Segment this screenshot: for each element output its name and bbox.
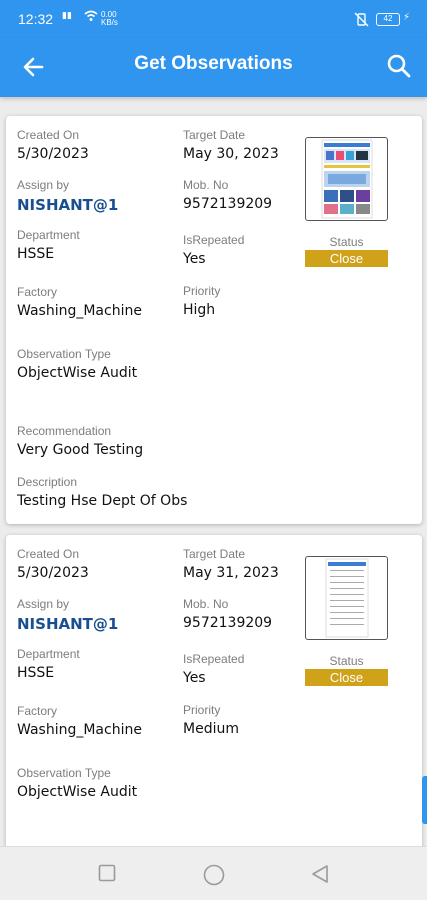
target-date-field: Target Date May 31, 2023 xyxy=(183,547,279,581)
department-label: Department xyxy=(17,647,80,661)
edge-panel-handle[interactable] xyxy=(422,776,427,824)
assign-by-value[interactable]: NISHANT@1 xyxy=(17,615,118,633)
recommendation-field: Recommendation Very Good Testing xyxy=(17,424,143,458)
status-bar: 12:32 ▮▮ 0.00 KB/s 42 ⚡ xyxy=(0,0,427,38)
observation-card[interactable]: Created On 5/30/2023 Target Date May 30,… xyxy=(6,116,422,524)
recommendation-label: Recommendation xyxy=(17,424,112,438)
home-icon[interactable] xyxy=(203,864,225,886)
system-nav-bar xyxy=(0,846,427,900)
priority-label: Priority xyxy=(183,703,221,717)
mob-no-field: Mob. No 9572139209 xyxy=(183,597,272,631)
mob-no-label: Mob. No xyxy=(183,597,229,611)
status-label: Status xyxy=(329,654,364,668)
recommendation-value: Very Good Testing xyxy=(17,442,144,458)
priority-value: High xyxy=(183,302,216,318)
department-value: HSSE xyxy=(17,246,55,262)
signal-icon: ▮▮ xyxy=(62,11,72,21)
created-on-field: Created On 5/30/2023 xyxy=(17,128,89,162)
factory-field: Factory Washing_Machine xyxy=(17,704,142,738)
vibrate-icon xyxy=(354,12,369,27)
priority-field: Priority High xyxy=(183,284,220,318)
back-triangle-icon[interactable] xyxy=(311,864,329,884)
target-date-label: Target Date xyxy=(183,547,246,561)
app-bar: Get Observations xyxy=(0,38,427,97)
created-on-field: Created On 5/30/2023 xyxy=(17,547,89,581)
assign-by-label: Assign by xyxy=(17,178,70,192)
created-on-label: Created On xyxy=(17,547,80,561)
description-label: Description xyxy=(17,475,78,489)
data-speed: 0.00 KB/s xyxy=(101,10,118,27)
is-repeated-value: Yes xyxy=(183,251,206,267)
target-date-value: May 30, 2023 xyxy=(183,146,279,162)
mob-no-value: 9572139209 xyxy=(183,615,273,631)
factory-value: Washing_Machine xyxy=(17,303,142,319)
status-label: Status xyxy=(329,235,364,249)
status-badge: Close xyxy=(305,669,388,686)
priority-label: Priority xyxy=(183,284,221,298)
is-repeated-field: IsRepeated Yes xyxy=(183,233,244,267)
mob-no-label: Mob. No xyxy=(183,178,229,192)
charging-icon: ⚡ xyxy=(403,12,411,23)
observation-thumbnail[interactable] xyxy=(305,137,388,221)
status-badge: Close xyxy=(305,250,388,267)
is-repeated-label: IsRepeated xyxy=(183,233,245,247)
mob-no-value: 9572139209 xyxy=(183,196,273,212)
observation-type-value: ObjectWise Audit xyxy=(17,365,138,381)
status-time: 12:32 xyxy=(18,11,54,27)
observation-thumbnail[interactable] xyxy=(305,556,388,640)
created-on-label: Created On xyxy=(17,128,80,142)
department-field: Department HSSE xyxy=(17,647,80,681)
wifi-icon xyxy=(84,10,98,21)
observation-type-label: Observation Type xyxy=(17,347,111,361)
observation-type-label: Observation Type xyxy=(17,766,111,780)
description-value: Testing Hse Dept Of Obs xyxy=(17,493,188,509)
assign-by-value[interactable]: NISHANT@1 xyxy=(17,196,118,214)
recent-apps-icon[interactable] xyxy=(98,864,116,882)
target-date-field: Target Date May 30, 2023 xyxy=(183,128,279,162)
page-title: Get Observations xyxy=(134,53,293,74)
target-date-label: Target Date xyxy=(183,128,246,142)
is-repeated-label: IsRepeated xyxy=(183,652,245,666)
is-repeated-field: IsRepeated Yes xyxy=(183,652,244,686)
department-field: Department HSSE xyxy=(17,228,80,262)
priority-value: Medium xyxy=(183,721,239,737)
is-repeated-value: Yes xyxy=(183,670,206,686)
factory-value: Washing_Machine xyxy=(17,722,142,738)
factory-label: Factory xyxy=(17,704,58,718)
assign-by-field: Assign by NISHANT@1 xyxy=(17,597,118,633)
factory-field: Factory Washing_Machine xyxy=(17,285,142,319)
target-date-value: May 31, 2023 xyxy=(183,565,279,581)
assign-by-field: Assign by NISHANT@1 xyxy=(17,178,118,214)
observation-type-field: Observation Type ObjectWise Audit xyxy=(17,766,137,800)
observation-list: Created On 5/30/2023 Target Date May 30,… xyxy=(0,97,427,846)
department-label: Department xyxy=(17,228,80,242)
description-field: Description Testing Hse Dept Of Obs xyxy=(17,475,187,509)
mob-no-field: Mob. No 9572139209 xyxy=(183,178,272,212)
created-on-value: 5/30/2023 xyxy=(17,146,89,162)
department-value: HSSE xyxy=(17,665,55,681)
observation-image xyxy=(325,558,369,638)
observation-type-value: ObjectWise Audit xyxy=(17,784,138,800)
observation-type-field: Observation Type ObjectWise Audit xyxy=(17,347,137,381)
assign-by-label: Assign by xyxy=(17,597,70,611)
observation-card[interactable]: Created On 5/30/2023 Target Date May 31,… xyxy=(6,535,422,846)
created-on-value: 5/30/2023 xyxy=(17,565,89,581)
battery-icon: 42 xyxy=(376,13,400,26)
observation-image xyxy=(321,139,373,219)
factory-label: Factory xyxy=(17,285,58,299)
priority-field: Priority Medium xyxy=(183,703,239,737)
search-icon[interactable] xyxy=(385,52,413,80)
